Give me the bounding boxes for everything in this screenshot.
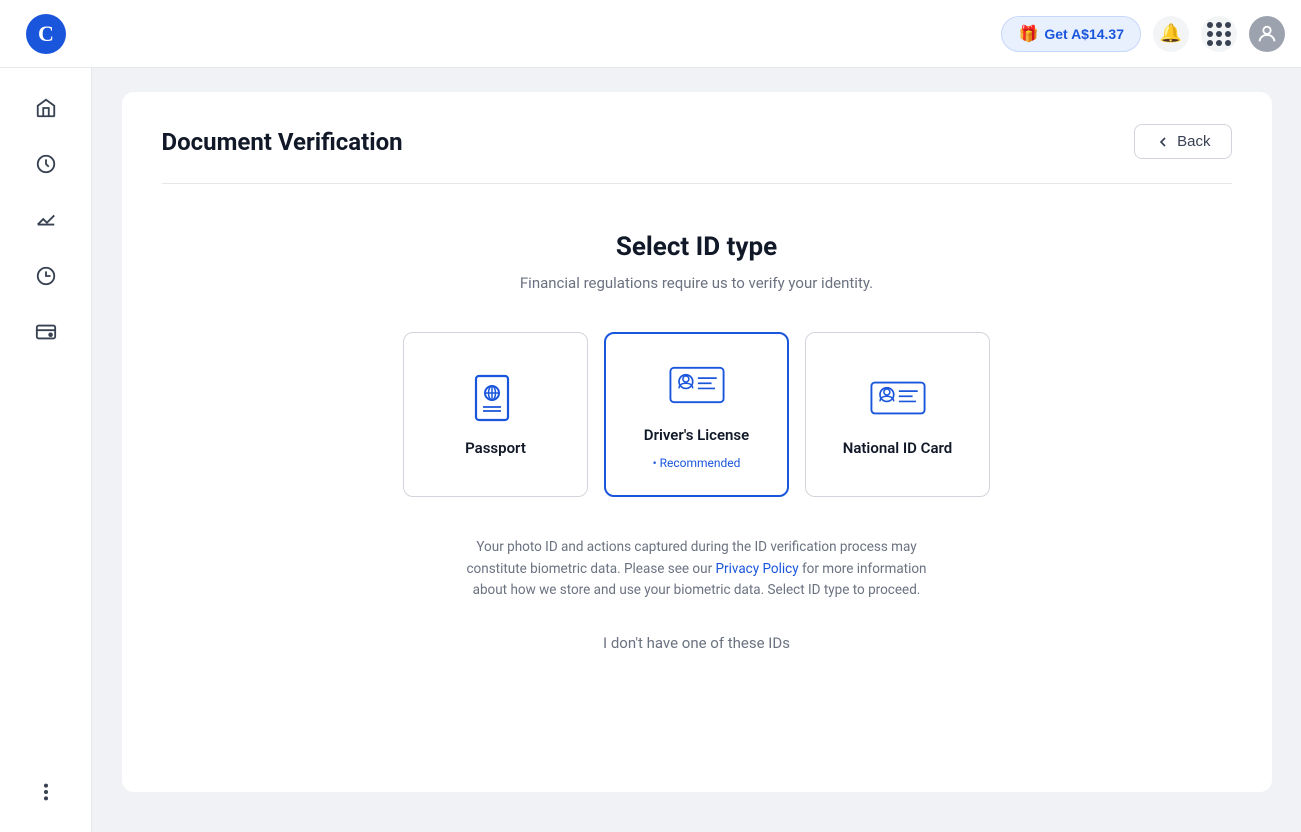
home-icon — [35, 97, 57, 119]
bell-icon: 🔔 — [1160, 23, 1182, 44]
avatar[interactable] — [1249, 16, 1285, 52]
clock-icon — [35, 153, 57, 175]
id-type-selector: Passport — [403, 332, 990, 497]
national-id-icon — [868, 373, 928, 427]
chevron-left-icon — [1155, 134, 1171, 150]
topbar-right: 🎁 Get A$14.37 🔔 — [1001, 16, 1285, 52]
section-subtitle: Financial regulations require us to veri… — [520, 274, 873, 292]
get-reward-button[interactable]: 🎁 Get A$14.37 — [1001, 16, 1141, 52]
id-card-drivers-license[interactable]: Driver's License Recommended — [604, 332, 789, 497]
sidebar-item-home[interactable] — [22, 84, 70, 132]
chart-icon — [35, 209, 57, 231]
sidebar-item-analytics[interactable] — [22, 196, 70, 244]
apps-button[interactable] — [1201, 16, 1237, 52]
id-card-national-id[interactable]: National ID Card — [805, 332, 990, 497]
national-id-label: National ID Card — [843, 439, 953, 457]
back-button[interactable]: Back — [1134, 124, 1231, 159]
sidebar — [0, 68, 92, 832]
back-label: Back — [1177, 133, 1210, 150]
logo-area: C — [0, 14, 92, 54]
drivers-license-icon — [667, 360, 727, 414]
sidebar-item-markets[interactable] — [22, 252, 70, 300]
page-title: Document Verification — [162, 128, 403, 156]
notifications-button[interactable]: 🔔 — [1153, 16, 1189, 52]
passport-icon — [466, 373, 526, 427]
get-reward-label: Get A$14.37 — [1044, 26, 1124, 42]
content-area: Select ID type Financial regulations req… — [162, 232, 1232, 652]
privacy-policy-link[interactable]: Privacy Policy — [716, 561, 799, 577]
wallet-icon — [35, 321, 57, 343]
sidebar-item-more[interactable] — [22, 768, 70, 816]
recommended-badge: Recommended — [653, 456, 741, 470]
drivers-license-label: Driver's License — [644, 426, 749, 444]
id-card-passport[interactable]: Passport — [403, 332, 588, 497]
no-id-link[interactable]: I don't have one of these IDs — [603, 634, 790, 652]
section-title: Select ID type — [616, 232, 777, 262]
sidebar-item-history[interactable] — [22, 140, 70, 188]
main-content: Document Verification Back Select ID typ… — [92, 68, 1301, 832]
gift-icon: 🎁 — [1018, 24, 1038, 44]
circle-chart-icon — [35, 265, 57, 287]
sidebar-item-wallet[interactable] — [22, 308, 70, 356]
passport-label: Passport — [465, 439, 526, 457]
logo: C — [26, 14, 66, 54]
more-icon — [35, 781, 57, 803]
topbar: C 🎁 Get A$14.37 🔔 — [0, 0, 1301, 68]
logo-letter: C — [38, 21, 54, 47]
person-icon — [1256, 23, 1278, 45]
card-header: Document Verification Back — [162, 124, 1232, 159]
privacy-text: Your photo ID and actions captured durin… — [457, 537, 937, 602]
document-verification-card: Document Verification Back Select ID typ… — [122, 92, 1272, 792]
header-divider — [162, 183, 1232, 184]
grid-icon — [1207, 22, 1231, 46]
